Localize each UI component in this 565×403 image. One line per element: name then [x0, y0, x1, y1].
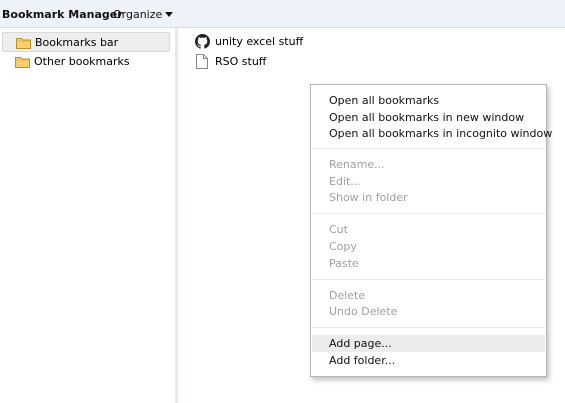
menu-separator: [312, 213, 545, 214]
tree-item-label: Other bookmarks: [34, 55, 130, 68]
menu-item-open-all-incognito[interactable]: Open all bookmarks in incognito window: [312, 125, 552, 142]
folder-icon: [15, 57, 30, 68]
organize-menu-button[interactable]: Organize: [113, 8, 174, 21]
menu-item-delete[interactable]: Delete: [312, 287, 545, 304]
menu-item-edit[interactable]: Edit...: [312, 173, 545, 190]
folder-icon: [16, 38, 31, 49]
page-icon: [196, 54, 208, 69]
menu-item-open-all-new-window[interactable]: Open all bookmarks in new window: [312, 109, 545, 126]
menu-item-paste[interactable]: Paste: [312, 255, 545, 272]
menu-item-rename[interactable]: Rename...: [312, 156, 545, 173]
menu-separator: [312, 279, 545, 280]
menu-separator: [312, 327, 545, 328]
folder-tree: Bookmarks bar Other bookmarks: [0, 28, 178, 403]
tree-item-bookmarks-bar[interactable]: Bookmarks bar: [2, 32, 170, 52]
caret-down-icon: [165, 12, 174, 17]
toolbar: Bookmark Manager Organize: [0, 0, 565, 28]
page-title: Bookmark Manager: [2, 8, 123, 21]
menu-item-add-folder[interactable]: Add folder...: [312, 352, 545, 369]
menu-item-add-page[interactable]: Add page...: [312, 335, 545, 352]
tree-item-label: Bookmarks bar: [35, 36, 119, 49]
menu-item-cut[interactable]: Cut: [312, 221, 545, 238]
bookmark-label: RSO stuff: [215, 55, 267, 68]
menu-item-open-all[interactable]: Open all bookmarks: [312, 92, 545, 109]
menu-item-copy[interactable]: Copy: [312, 238, 545, 255]
bookmark-label: unity excel stuff: [215, 35, 304, 48]
context-menu: Open all bookmarks Open all bookmarks in…: [310, 84, 552, 377]
menu-separator: [312, 148, 545, 149]
github-icon: [195, 34, 210, 49]
menu-item-show-in-folder[interactable]: Show in folder: [312, 189, 545, 206]
menu-item-undo-delete[interactable]: Undo Delete: [312, 303, 545, 320]
organize-label: Organize: [113, 8, 163, 21]
